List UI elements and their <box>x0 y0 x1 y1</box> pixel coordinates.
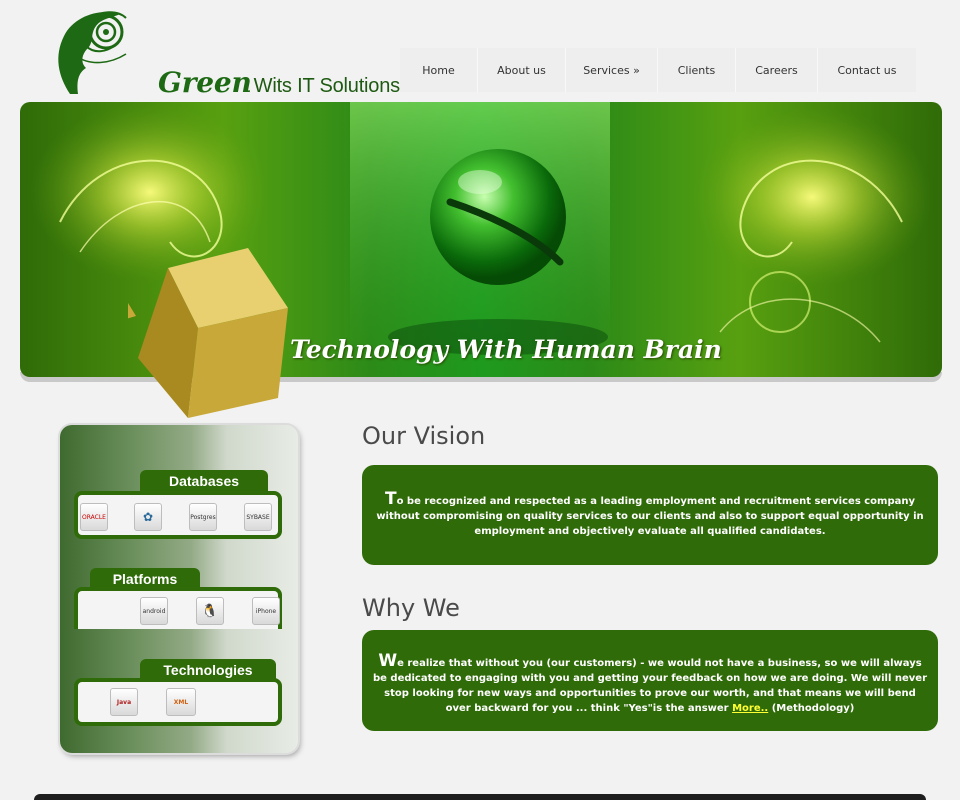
why-we-suffix: (Methodology) <box>771 702 855 714</box>
nav-about-us[interactable]: About us <box>478 48 566 92</box>
footer-bar <box>34 794 926 800</box>
platforms-section: android 🐧 iPhone <box>74 587 282 629</box>
iphone-logo-icon: iPhone <box>252 597 280 625</box>
mysql-logo-icon: ✿ <box>134 503 162 531</box>
head-swirl-logo-icon <box>58 11 127 94</box>
xml-logo-icon: XML <box>166 688 196 716</box>
vision-box: To be recognized and respected as a lead… <box>362 465 938 565</box>
sybase-logo-icon: SYBASE <box>244 503 272 531</box>
company-logo[interactable]: Green Wits IT Solutions SDN. BHD. <box>50 6 505 99</box>
nav-home[interactable]: Home <box>400 48 478 92</box>
nav-clients[interactable]: Clients <box>658 48 736 92</box>
gold-cube-graphic <box>128 248 288 418</box>
nav-contact-us[interactable]: Contact us <box>818 48 916 92</box>
more-link[interactable]: More.. <box>732 703 768 714</box>
vision-first-letter: T <box>384 488 397 509</box>
nav-careers[interactable]: Careers <box>736 48 818 92</box>
logo-script-text: Green <box>158 66 252 99</box>
vision-heading: Our Vision <box>362 422 486 450</box>
java-logo-icon: Java <box>110 688 138 716</box>
postgres-logo-icon: Postgres <box>189 503 217 531</box>
vision-text: To be recognized and respected as a lead… <box>372 488 928 539</box>
databases-title: Databases <box>140 470 268 492</box>
nav-services[interactable]: Services » <box>566 48 658 92</box>
oracle-logo-icon: ORACLE <box>80 503 108 531</box>
databases-section: ORACLE ✿ Postgres SYBASE <box>74 491 282 539</box>
why-we-text: We realize that without you (our custome… <box>372 650 928 716</box>
banner-tagline: Technology With Human Brain <box>290 335 722 364</box>
main-nav: Home About us Services » Clients Careers… <box>400 48 916 92</box>
why-we-first-letter: W <box>378 650 398 671</box>
android-logo-icon: android <box>140 597 168 625</box>
why-we-box: We realize that without you (our custome… <box>362 630 938 731</box>
linux-logo-icon: 🐧 <box>196 597 224 625</box>
technologies-section: Java XML <box>74 678 282 726</box>
why-we-heading: Why We <box>362 594 460 622</box>
vision-body: o be recognized and respected as a leadi… <box>376 495 924 537</box>
technology-panel: Databases ORACLE ✿ Postgres SYBASE Platf… <box>60 425 298 753</box>
